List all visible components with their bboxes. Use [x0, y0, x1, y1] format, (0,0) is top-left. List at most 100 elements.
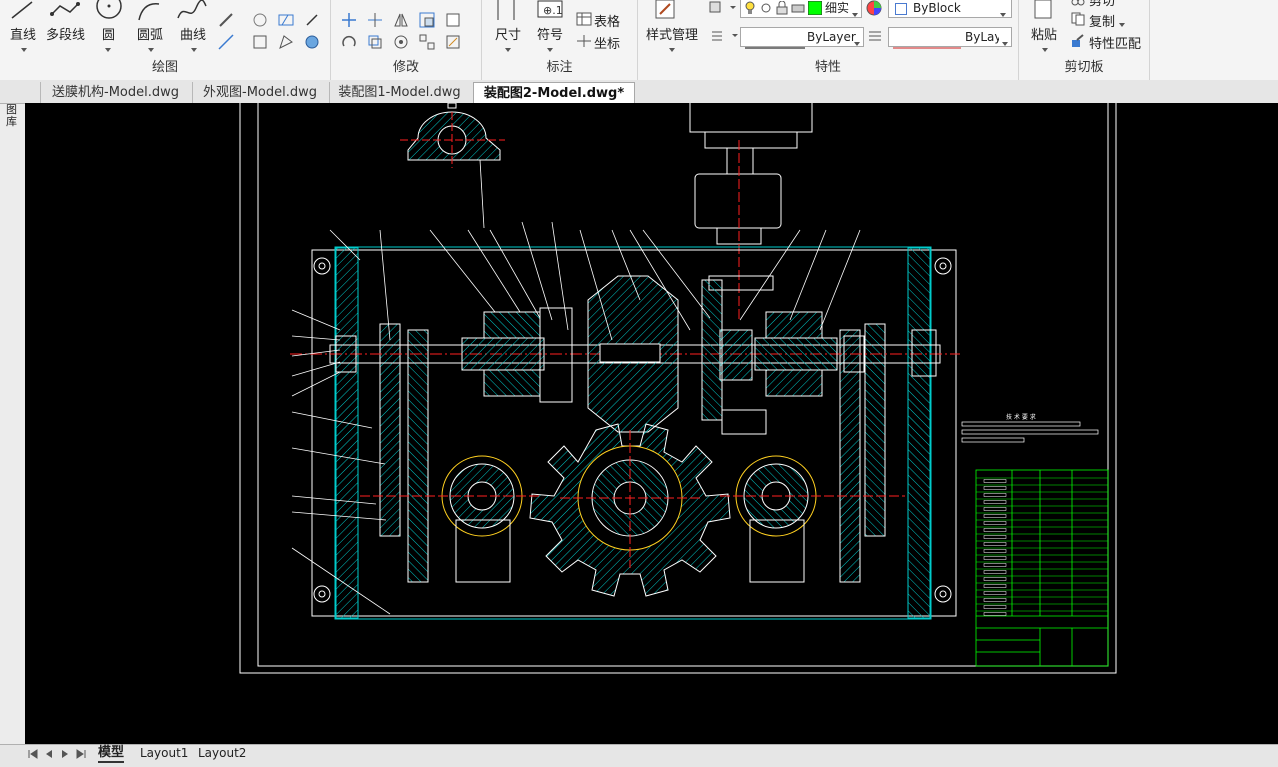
- coordinate-button[interactable]: 坐标: [594, 33, 620, 52]
- chevron-down-icon[interactable]: [851, 5, 859, 17]
- copy-icon[interactable]: [1071, 12, 1085, 26]
- tab-document-4[interactable]: 装配图2-Model.dwg* ×: [473, 82, 635, 122]
- hatch-icon[interactable]: [278, 12, 294, 28]
- pen-icon[interactable]: [218, 12, 234, 28]
- gradient-icon[interactable]: [304, 34, 320, 50]
- symbol-icon[interactable]: ⊕.1: [537, 0, 563, 18]
- style-manager-button[interactable]: 样式管理: [646, 24, 698, 43]
- parts-list-cell: [983, 521, 1007, 525]
- curve-icon[interactable]: [176, 0, 208, 22]
- lineweight-icon[interactable]: [868, 30, 882, 42]
- region-icon[interactable]: [278, 34, 294, 50]
- circle-button[interactable]: 圆: [102, 24, 115, 43]
- chevron-down-icon[interactable]: [104, 42, 112, 52]
- table-icon[interactable]: [576, 12, 592, 26]
- clipboard-group-label: 剪切板: [1064, 60, 1104, 75]
- chevron-down-icon[interactable]: [999, 5, 1007, 17]
- cut-button[interactable]: 剪切: [1089, 0, 1115, 9]
- tab-layout1[interactable]: Layout1: [140, 745, 188, 761]
- xline-icon[interactable]: [218, 34, 234, 50]
- offset-icon[interactable]: [393, 34, 409, 50]
- array-icon[interactable]: [419, 34, 435, 50]
- trim-icon[interactable]: [367, 12, 383, 28]
- chevron-down-icon[interactable]: [1001, 34, 1009, 46]
- next-layout-icon[interactable]: [60, 748, 70, 758]
- chevron-down-icon[interactable]: [504, 42, 512, 52]
- paste-button[interactable]: 粘贴: [1031, 24, 1057, 43]
- circle-icon[interactable]: [95, 0, 123, 22]
- match-properties-icon[interactable]: [1071, 34, 1085, 48]
- tab-document-2[interactable]: 外观图-Model.dwg: [192, 82, 327, 103]
- list-icon[interactable]: [710, 30, 740, 42]
- line-button[interactable]: 直线: [10, 24, 36, 43]
- parts-list-cell: [983, 577, 1007, 581]
- star-wheel: [529, 423, 731, 597]
- chevron-down-icon[interactable]: [190, 42, 198, 52]
- printer-icon: [791, 1, 805, 15]
- dimension-button[interactable]: 尺寸: [495, 24, 521, 43]
- tab-label: 装配图1-Model.dwg: [338, 85, 461, 100]
- linetype-preview-icon: [745, 36, 805, 49]
- mirror-icon[interactable]: [393, 12, 409, 28]
- coordinate-icon[interactable]: [576, 34, 592, 48]
- polyline-button[interactable]: 多段线: [46, 24, 85, 43]
- tech-requirements: 技 术 要 求: [961, 413, 1099, 443]
- linetype-dropdown[interactable]: ByLayer: [740, 27, 864, 49]
- color-dropdown[interactable]: ByBlock: [888, 0, 1012, 18]
- layer-dropdown[interactable]: 细实: [740, 0, 862, 18]
- chevron-down-icon[interactable]: [668, 42, 676, 52]
- rotate-icon[interactable]: [341, 34, 357, 50]
- copy-button[interactable]: 复制: [1089, 11, 1115, 30]
- linetype2-dropdown[interactable]: ByLayer: [888, 27, 1012, 49]
- last-layout-icon[interactable]: [76, 748, 86, 759]
- line-icon[interactable]: [10, 0, 34, 22]
- shape-icon[interactable]: [252, 12, 268, 28]
- first-layout-icon[interactable]: [28, 748, 38, 759]
- chevron-down-icon[interactable]: [147, 42, 155, 52]
- tab-document-1[interactable]: 送膜机构-Model.dwg: [40, 82, 190, 103]
- chevron-down-icon[interactable]: [546, 42, 554, 52]
- chevron-down-icon[interactable]: [853, 34, 861, 46]
- tech-requirements-title: 技 术 要 求: [1006, 413, 1036, 421]
- table-button[interactable]: 表格: [594, 11, 620, 30]
- move-icon[interactable]: [341, 12, 357, 28]
- copy-object-icon[interactable]: [367, 34, 383, 50]
- color-value: ByBlock: [913, 1, 961, 15]
- stretch-icon[interactable]: [445, 12, 461, 28]
- match-properties-button[interactable]: 特性匹配: [1089, 33, 1141, 52]
- layer-name: 细实: [825, 1, 850, 15]
- sun-icon: [759, 1, 773, 15]
- tab-label: 送膜机构-Model.dwg: [52, 85, 179, 100]
- tab-document-3[interactable]: 装配图1-Model.dwg: [329, 82, 469, 103]
- arc-button[interactable]: 圆弧: [137, 24, 163, 43]
- chevron-down-icon[interactable]: [1118, 17, 1126, 27]
- parts-list-cell: [983, 556, 1007, 560]
- arc-icon[interactable]: [135, 0, 163, 22]
- symbol-button[interactable]: 符号: [537, 24, 563, 43]
- parts-list-cell: [983, 542, 1007, 546]
- dimension-icon[interactable]: [494, 0, 518, 22]
- rectangle-icon[interactable]: [252, 34, 268, 50]
- parts-list-cell: [983, 514, 1007, 518]
- chevron-down-icon[interactable]: [1041, 42, 1049, 52]
- library-panel[interactable]: 图库: [0, 80, 26, 744]
- chevron-down-icon[interactable]: [20, 42, 28, 52]
- color-wheel-icon[interactable]: [866, 0, 882, 16]
- prev-layout-icon[interactable]: [44, 748, 54, 758]
- drawing-canvas[interactable]: 技 术 要 求: [25, 103, 1278, 744]
- title-block: [975, 469, 1109, 667]
- style-manager-icon[interactable]: [654, 0, 676, 20]
- cut-icon[interactable]: [1071, 0, 1085, 6]
- point-icon[interactable]: [304, 12, 320, 28]
- document-tab-bar: 送膜机构-Model.dwg 外观图-Model.dwg 装配图1-Model.…: [0, 80, 1278, 122]
- scale-icon[interactable]: [419, 12, 435, 28]
- color-box-icon: [895, 2, 907, 15]
- polyline-icon[interactable]: [50, 0, 80, 22]
- curve-button[interactable]: 曲线: [180, 24, 206, 43]
- paste-icon[interactable]: [1033, 0, 1055, 20]
- tab-model[interactable]: 模型: [98, 745, 125, 763]
- parts-list-cell: [983, 549, 1007, 553]
- layer-tools-icon[interactable]: [708, 0, 738, 14]
- explode-icon[interactable]: [445, 34, 461, 50]
- tab-layout2[interactable]: Layout2: [198, 745, 246, 761]
